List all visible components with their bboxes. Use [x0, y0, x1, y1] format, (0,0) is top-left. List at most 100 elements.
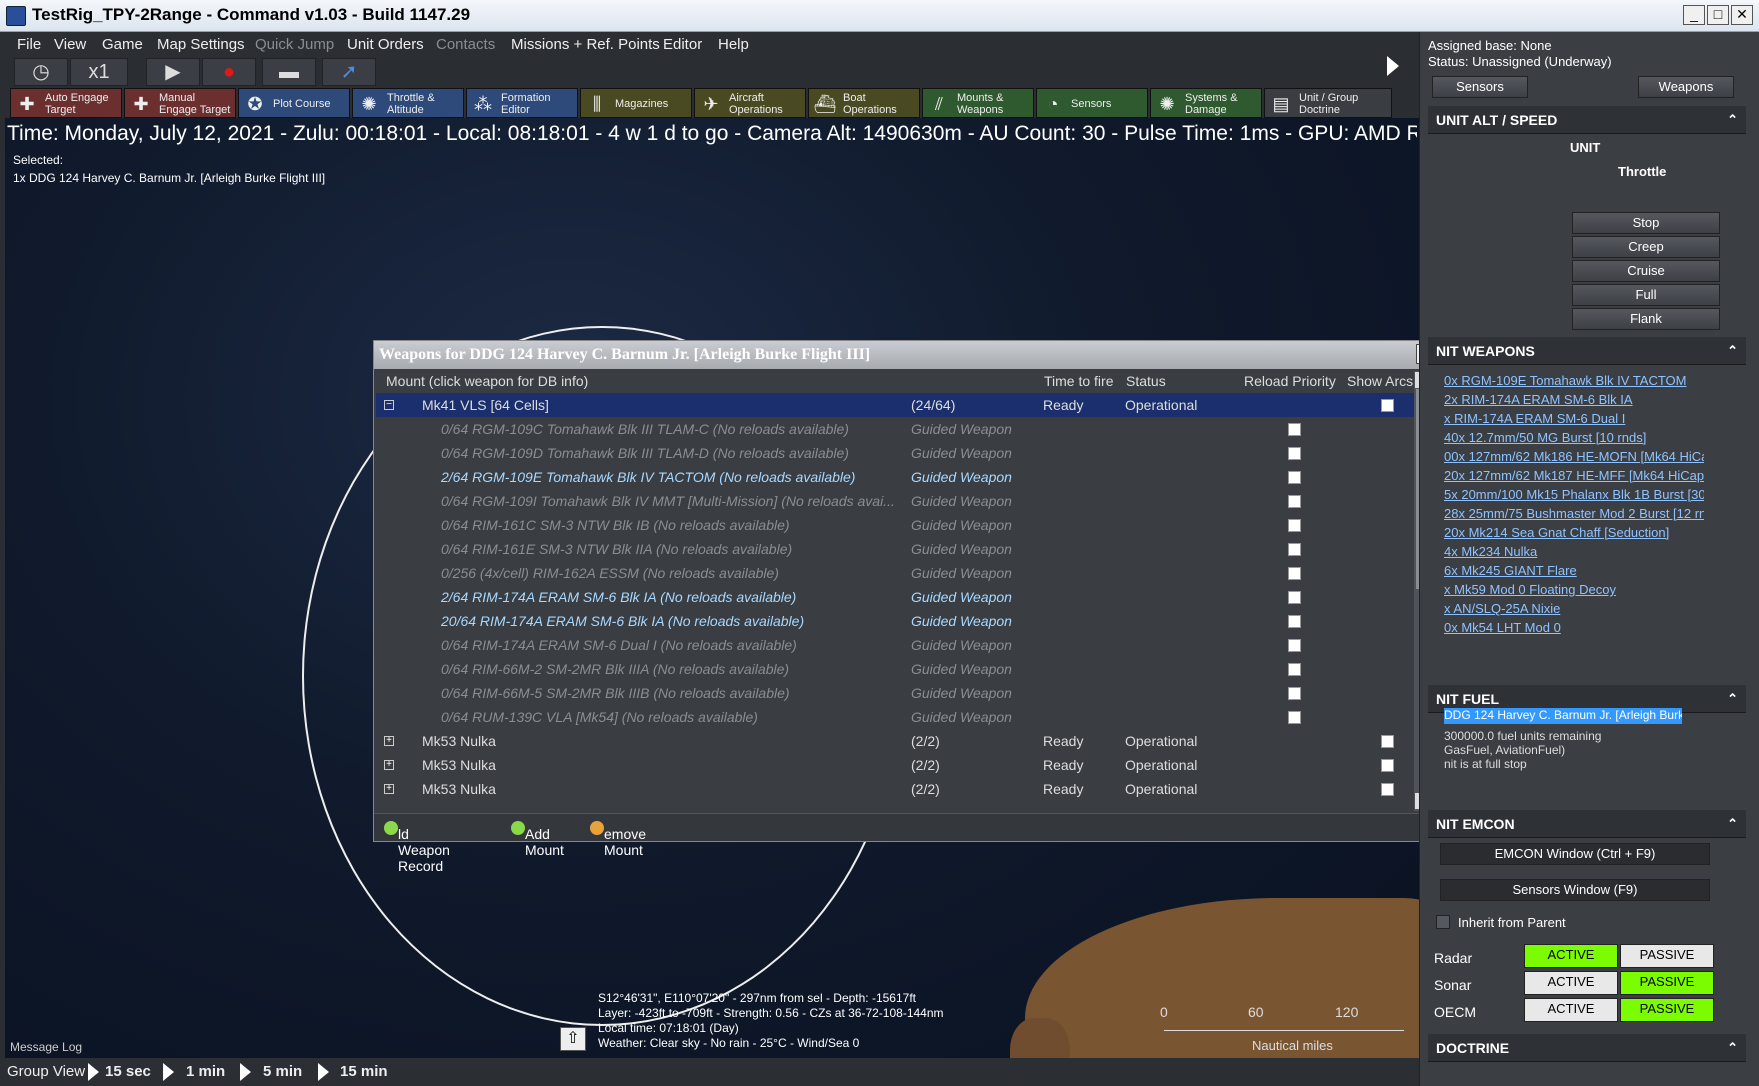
weapon-row[interactable]: 0/64 RGM-109C Tomahawk Blk III TLAM-C (N… — [376, 417, 1416, 441]
weapon-row[interactable]: 2/64 RIM-174A ERAM SM-6 Blk IA (No reloa… — [376, 585, 1416, 609]
oecm-passive-button[interactable]: PASSIVE — [1620, 998, 1714, 1022]
mount-row-nulka[interactable]: + Mk53 Nulka (2/2) Ready Operational — [376, 729, 1416, 753]
weapon-row[interactable]: 0/64 RUM-139C VLA [Mk54] (No reloads ava… — [376, 705, 1416, 729]
menu-editor[interactable]: Editor — [663, 36, 702, 53]
magazines-button[interactable]: ⫼ Magazines — [580, 88, 692, 118]
play-button[interactable]: ▶ — [146, 58, 200, 86]
menu-game[interactable]: Game — [102, 36, 143, 53]
menu-contacts[interactable]: Contacts — [436, 36, 495, 53]
unit-weapon-link[interactable]: 20x Mk214 Sea Gnat Chaff [Seduction] — [1444, 525, 1704, 540]
expand-icon[interactable]: + — [384, 784, 394, 794]
add-mount-button[interactable]: Add Mount — [511, 820, 564, 858]
weapons-section-header[interactable]: NIT WEAPONS ⌃ — [1428, 337, 1746, 365]
step-15min[interactable]: 15 min — [340, 1063, 388, 1080]
menu-file[interactable]: File — [17, 36, 41, 53]
weapon-name[interactable]: 0/64 RIM-174A ERAM SM-6 Dual I (No reloa… — [441, 633, 896, 657]
menu-map-settings[interactable]: Map Settings — [157, 36, 245, 53]
reload-priority-checkbox[interactable] — [1288, 567, 1301, 580]
close-button[interactable]: ✕ — [1731, 5, 1753, 25]
sensors-button[interactable]: ◔ Sensors — [1036, 88, 1148, 118]
step-1min[interactable]: 1 min — [186, 1063, 225, 1080]
show-arcs-checkbox[interactable] — [1381, 783, 1394, 796]
collapse-icon[interactable]: − — [384, 400, 394, 410]
weapon-row[interactable]: 0/64 RGM-109I Tomahawk Blk IV MMT [Multi… — [376, 489, 1416, 513]
mount-name[interactable]: Mk53 Nulka — [422, 729, 877, 753]
mounts-weapons-button[interactable]: ⫽ Mounts & Weapons — [922, 88, 1034, 118]
unit-weapon-link[interactable]: 20x 127mm/62 Mk187 HE-MFF [Mk64 HiCap — [1444, 468, 1704, 483]
reload-priority-checkbox[interactable] — [1288, 591, 1301, 604]
weapon-name[interactable]: 2/64 RIM-174A ERAM SM-6 Blk IA (No reloa… — [441, 585, 896, 609]
jump-button[interactable]: ➚ — [322, 58, 376, 86]
add-weapon-record-button[interactable]: ld Weapon Record — [384, 820, 450, 874]
inherit-checkbox[interactable] — [1436, 915, 1450, 929]
col-mount[interactable]: Mount (click weapon for DB info) — [386, 373, 588, 389]
boat-operations-button[interactable]: ⛴ Boat Operations — [808, 88, 920, 118]
weapon-name[interactable]: 20/64 RIM-174A ERAM SM-6 Blk IA (No relo… — [441, 609, 896, 633]
show-arcs-checkbox[interactable] — [1381, 735, 1394, 748]
weapon-row[interactable]: 2/64 RGM-109E Tomahawk Blk IV TACTOM (No… — [376, 465, 1416, 489]
mount-row-nulka[interactable]: + Mk53 Nulka (2/2) Ready Operational — [376, 777, 1416, 801]
unit-weapon-link[interactable]: x AN/SLQ-25A Nixie — [1444, 601, 1704, 616]
manual-engage-button[interactable]: ✚ Manual Engage Target — [124, 88, 236, 118]
throttle-full-button[interactable]: Full — [1572, 284, 1720, 306]
aircraft-operations-button[interactable]: ✈ Aircraft Operations — [694, 88, 806, 118]
sonar-active-button[interactable]: ACTIVE — [1524, 971, 1618, 995]
unit-weapon-link[interactable]: x RIM-174A ERAM SM-6 Dual I — [1444, 411, 1704, 426]
col-time-to-fire[interactable]: Time to fire — [1044, 373, 1114, 389]
unit-weapon-link[interactable]: 0x Mk54 LHT Mod 0 — [1444, 620, 1704, 635]
weapon-name[interactable]: 0/64 RIM-66M-2 SM-2MR Blk IIIA (No reloa… — [441, 657, 896, 681]
reload-priority-checkbox[interactable] — [1288, 519, 1301, 532]
show-arcs-checkbox[interactable] — [1381, 759, 1394, 772]
weapon-name[interactable]: 0/64 RGM-109D Tomahawk Blk III TLAM-D (N… — [441, 441, 896, 465]
weapon-row[interactable]: 0/64 RIM-174A ERAM SM-6 Dual I (No reloa… — [376, 633, 1416, 657]
reload-priority-checkbox[interactable] — [1288, 687, 1301, 700]
unit-weapon-link[interactable]: 6x Mk245 GIANT Flare — [1444, 563, 1704, 578]
radar-active-button[interactable]: ACTIVE — [1524, 944, 1618, 968]
expand-up-button[interactable]: ⇧ — [560, 1027, 586, 1051]
doctrine-section-header[interactable]: DOCTRINE ⌃ — [1428, 1034, 1746, 1062]
col-reload-priority[interactable]: Reload Priority — [1244, 373, 1336, 389]
mount-name[interactable]: Mk53 Nulka — [422, 777, 877, 801]
reload-priority-checkbox[interactable] — [1288, 711, 1301, 724]
col-show-arcs[interactable]: Show Arcs — [1347, 373, 1413, 389]
col-status[interactable]: Status — [1126, 373, 1166, 389]
emcon-section-header[interactable]: NIT EMCON ⌃ — [1428, 810, 1746, 838]
oecm-active-button[interactable]: ACTIVE — [1524, 998, 1618, 1022]
weapon-name[interactable]: 0/64 RIM-66M-5 SM-2MR Blk IIIB (No reloa… — [441, 681, 896, 705]
mount-row-mk41[interactable]: − Mk41 VLS [64 Cells] (24/64) Ready Oper… — [376, 393, 1416, 417]
formation-editor-button[interactable]: ⁂ Formation Editor — [466, 88, 578, 118]
panel-toggle-arrow[interactable] — [1387, 56, 1399, 76]
sensors-tab[interactable]: Sensors — [1432, 76, 1528, 98]
weapon-name[interactable]: 0/64 RIM-161E SM-3 NTW Blk IIA (No reloa… — [441, 537, 896, 561]
unit-weapon-link[interactable]: 0x RGM-109E Tomahawk Blk IV TACTOM — [1444, 373, 1704, 388]
throttle-creep-button[interactable]: Creep — [1572, 236, 1720, 258]
mount-row-nulka[interactable]: + Mk53 Nulka (2/2) Ready Operational — [376, 753, 1416, 777]
alt-speed-header[interactable]: UNIT ALT / SPEED ⌃ — [1428, 106, 1746, 134]
expand-icon[interactable]: + — [384, 736, 394, 746]
weapon-name[interactable]: 0/64 RIM-161C SM-3 NTW Blk IB (No reload… — [441, 513, 896, 537]
unit-weapon-link[interactable]: 4x Mk234 Nulka — [1444, 544, 1704, 559]
weapon-row[interactable]: 0/64 RIM-66M-2 SM-2MR Blk IIIA (No reloa… — [376, 657, 1416, 681]
unit-weapon-link[interactable]: 40x 12.7mm/50 MG Burst [10 rnds] — [1444, 430, 1704, 445]
weapons-tab[interactable]: Weapons — [1638, 76, 1734, 98]
throttle-flank-button[interactable]: Flank — [1572, 308, 1720, 330]
menu-quick-jump[interactable]: Quick Jump — [255, 36, 334, 53]
mount-name[interactable]: Mk53 Nulka — [422, 753, 877, 777]
eject-button[interactable]: ▬ — [262, 58, 316, 86]
sensors-window-button[interactable]: Sensors Window (F9) — [1440, 879, 1710, 901]
unit-weapon-link[interactable]: 5x 20mm/100 Mk15 Phalanx Blk 1B Burst [3… — [1444, 487, 1704, 502]
sonar-passive-button[interactable]: PASSIVE — [1620, 971, 1714, 995]
radar-passive-button[interactable]: PASSIVE — [1620, 944, 1714, 968]
mount-name[interactable]: Mk41 VLS [64 Cells] — [422, 393, 877, 417]
doctrine-button[interactable]: ▤ Unit / Group Doctrine — [1264, 88, 1392, 118]
group-view-label[interactable]: Group View — [7, 1063, 85, 1080]
expand-icon[interactable]: + — [384, 760, 394, 770]
weapon-row[interactable]: 20/64 RIM-174A ERAM SM-6 Blk IA (No relo… — [376, 609, 1416, 633]
menu-missions[interactable]: Missions + Ref. Points — [511, 36, 660, 53]
auto-engage-button[interactable]: ✚ Auto Engage Target — [10, 88, 122, 118]
menu-help[interactable]: Help — [718, 36, 749, 53]
time-compression-display[interactable]: x1 — [70, 58, 128, 86]
reload-priority-checkbox[interactable] — [1288, 471, 1301, 484]
maximize-button[interactable]: □ — [1707, 5, 1729, 25]
weapon-row[interactable]: 0/64 RIM-66M-5 SM-2MR Blk IIIB (No reloa… — [376, 681, 1416, 705]
